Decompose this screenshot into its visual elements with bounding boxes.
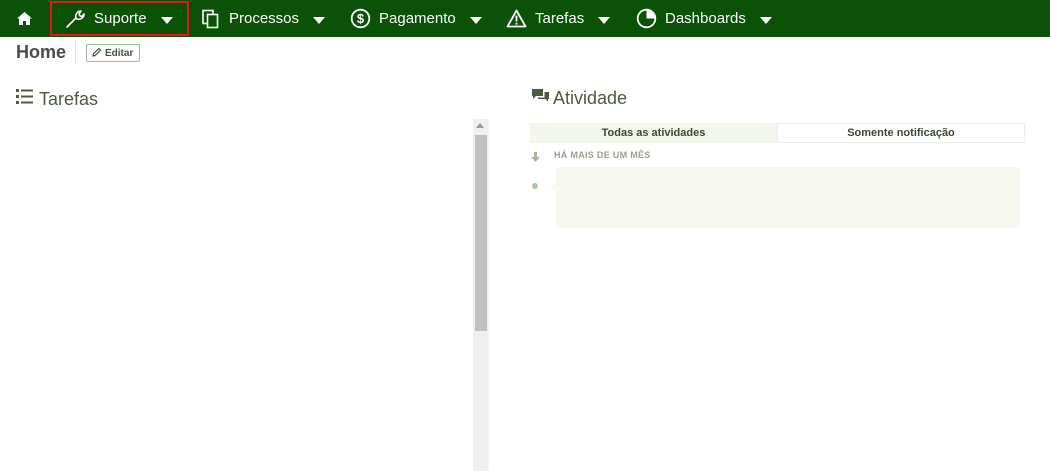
wrench-icon: [64, 8, 86, 30]
chevron-down-icon: [598, 16, 611, 24]
activity-card: [556, 167, 1020, 228]
activity-section-header: Atividade: [531, 88, 627, 109]
tab-notifications-only[interactable]: Somente notificação: [777, 123, 1025, 143]
comments-icon: [531, 88, 550, 109]
dollar-circle-icon: $: [350, 8, 371, 29]
tasks-section-header: Tarefas: [16, 88, 98, 110]
nav-label-pagamento: Pagamento: [379, 10, 456, 27]
copy-icon: [201, 9, 221, 29]
scrollbar-thumb[interactable]: [475, 135, 487, 331]
tab-all-activities[interactable]: Todas as atividades: [530, 123, 777, 143]
timeline-label: HÁ MAIS DE UM MÊS: [554, 150, 651, 160]
nav-item-tarefas[interactable]: Tarefas: [506, 0, 611, 37]
nav-label-suporte: Suporte: [94, 10, 147, 27]
activity-section-title: Atividade: [553, 88, 628, 108]
edit-button-label: Editar: [105, 47, 134, 59]
list-icon: [16, 88, 33, 110]
home-button[interactable]: [16, 0, 33, 37]
scroll-up-arrow-icon[interactable]: [476, 123, 484, 128]
chevron-down-icon: [469, 16, 482, 24]
tasks-section-title: Tarefas: [39, 88, 99, 109]
nav-label-tarefas: Tarefas: [535, 10, 585, 27]
svg-text:$: $: [357, 11, 365, 26]
nav-label-dashboards: Dashboards: [665, 10, 746, 27]
warning-triangle-icon: [506, 9, 527, 28]
arrow-down-icon: [531, 149, 540, 167]
chevron-down-icon: [160, 16, 173, 24]
pencil-icon: [92, 47, 102, 60]
nav-item-pagamento[interactable]: $ Pagamento: [350, 0, 482, 37]
chevron-down-icon: [759, 16, 772, 24]
chevron-down-icon: [313, 16, 326, 24]
top-navigation-bar: Suporte Processos $ Pagamento Tarefas Da…: [0, 0, 1050, 37]
nav-item-dashboards[interactable]: Dashboards: [636, 0, 772, 37]
home-icon: [16, 11, 33, 26]
divider: [75, 42, 76, 64]
pie-chart-icon: [636, 8, 657, 29]
timeline-dot: [532, 183, 538, 189]
nav-label-processos: Processos: [229, 10, 300, 27]
page-title: Home: [16, 42, 67, 62]
nav-item-suporte[interactable]: Suporte: [64, 0, 173, 37]
edit-button[interactable]: Editar: [86, 44, 141, 62]
nav-item-processos[interactable]: Processos: [201, 0, 326, 37]
